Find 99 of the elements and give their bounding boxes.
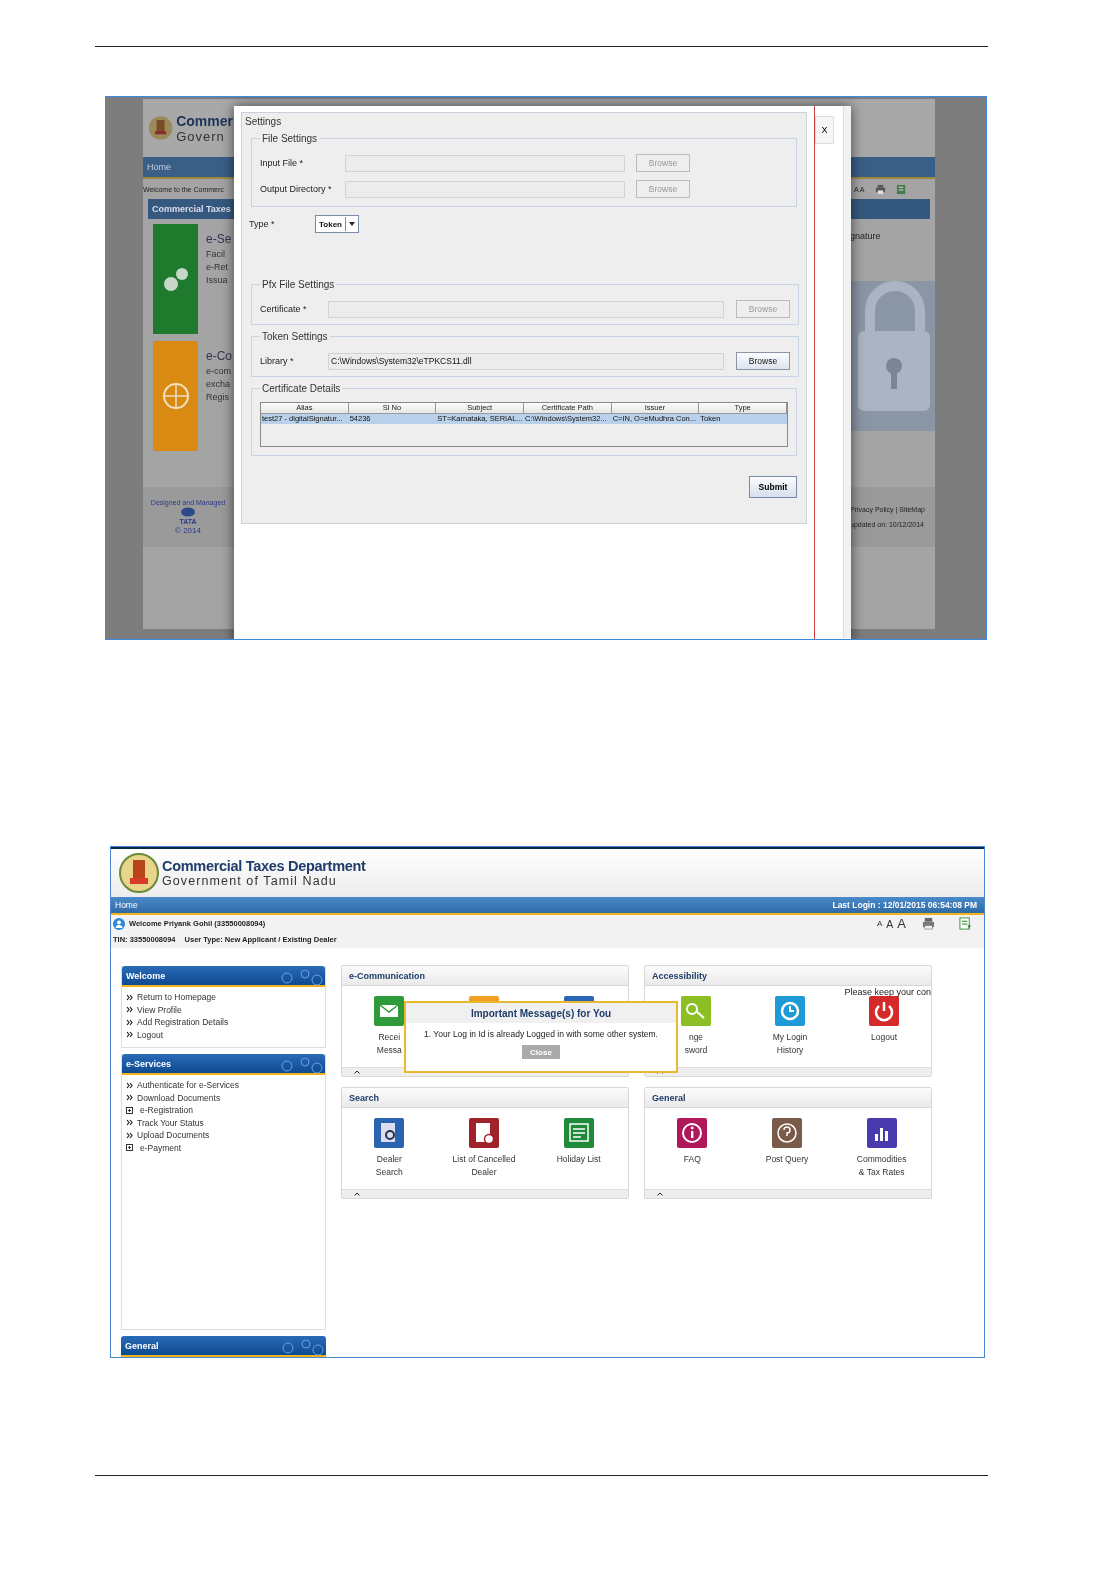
double-chevron-icon — [126, 1131, 133, 1139]
group-title: Pfx File Settings — [261, 279, 336, 290]
sidebar-link[interactable]: Authenticate for e-Services — [137, 1080, 240, 1091]
group-title: Certificate Details — [261, 383, 342, 394]
cancel-document-icon[interactable] — [469, 1118, 499, 1148]
power-icon[interactable] — [869, 996, 899, 1026]
home-link[interactable]: Home — [147, 162, 171, 172]
copyright-text: © 2014 — [175, 526, 201, 535]
shortcut-label[interactable]: Logout — [871, 1031, 897, 1044]
double-chevron-icon — [126, 1006, 133, 1014]
double-chevron-icon — [126, 993, 133, 1001]
dropdown-arrow-icon[interactable] — [344, 217, 358, 231]
sidebar-link[interactable]: Logout — [137, 1029, 163, 1040]
question-icon[interactable] — [772, 1118, 802, 1148]
expand-icon[interactable] — [126, 1144, 133, 1152]
field-label: Certificate * — [260, 304, 308, 314]
card-text: e-Ret — [206, 262, 229, 272]
input-field[interactable] — [345, 154, 625, 172]
group-title: File Settings — [261, 133, 319, 144]
sidebar-link[interactable]: e-Registration — [140, 1105, 193, 1116]
site-title: Commercial Taxes Department — [162, 858, 366, 874]
shortcut-label[interactable]: Commodities & Tax Rates — [856, 1153, 907, 1179]
panel-title: Settings — [245, 116, 283, 127]
envelope-icon[interactable] — [374, 996, 405, 1026]
user-icon — [113, 917, 125, 930]
input-field[interactable] — [345, 180, 625, 198]
panel-title: e-Communication — [349, 970, 425, 981]
home-link[interactable]: Home — [115, 900, 138, 910]
double-chevron-icon — [126, 1081, 133, 1089]
chart-icon[interactable] — [866, 1118, 897, 1148]
double-chevron-icon — [126, 1031, 133, 1039]
shortcut-label[interactable]: Holiday List — [556, 1153, 601, 1166]
field-label: Output Directory * — [260, 184, 333, 194]
sidebar-link[interactable]: Add Registration Details — [137, 1017, 229, 1028]
site-title: Commer — [176, 112, 233, 129]
sidebar-header[interactable]: e-Services — [122, 1054, 325, 1075]
sidebar-link[interactable]: Return to Homepage — [137, 992, 216, 1003]
notice-text: Please keep your con — [844, 987, 931, 997]
input-field[interactable]: C:\Windows\System32\eTPKCS11.dll — [328, 352, 724, 370]
tata-logo-icon — [180, 507, 196, 517]
sidebar-link[interactable]: e-Payment — [140, 1142, 182, 1153]
panel-title: Search — [349, 1092, 380, 1103]
double-chevron-icon — [126, 1018, 133, 1026]
field-label: Library * — [260, 356, 295, 366]
export-icon[interactable] — [959, 917, 972, 930]
message-text: 1. Your Log in Id is already Logged in with some other system. — [424, 1029, 658, 1039]
scrollbar[interactable] — [843, 106, 851, 638]
last-login-text: Last Login : 12/01/2015 06:54:08 PM — [832, 900, 977, 910]
field-label: Input File * — [260, 158, 305, 168]
shortcut-label[interactable]: List of Cancelled Dealer — [452, 1153, 516, 1179]
site-subtitle: Government of Tamil Nadu — [162, 874, 338, 888]
info-icon[interactable] — [677, 1118, 708, 1148]
sidebar-link[interactable]: Track Your Status — [137, 1117, 204, 1128]
card-text: Facil — [206, 249, 226, 259]
emblem-icon — [119, 853, 159, 893]
sidebar-link[interactable]: Upload Documents — [137, 1130, 210, 1141]
export-icon[interactable] — [895, 183, 907, 195]
shortcut-label[interactable]: Post Query — [765, 1153, 809, 1166]
dialog-title: Important Message(s) for You — [470, 1007, 612, 1019]
submit-button[interactable]: Submit — [749, 476, 797, 498]
sidebar-link[interactable]: Download Documents — [137, 1092, 221, 1103]
printer-icon[interactable] — [874, 183, 886, 195]
double-chevron-icon — [126, 1094, 133, 1102]
group-title: Token Settings — [261, 331, 329, 342]
font-size-button[interactable]: A — [876, 919, 883, 928]
shortcut-label[interactable]: FAQ — [683, 1153, 701, 1166]
font-size-button[interactable]: A — [897, 916, 906, 931]
type-dropdown[interactable]: Token — [315, 215, 359, 233]
sidebar-link[interactable]: View Profile — [137, 1004, 182, 1015]
input-field[interactable] — [328, 300, 724, 318]
list-icon[interactable] — [563, 1118, 594, 1148]
card-text: gnature — [850, 231, 882, 241]
card-title: e-Se — [206, 232, 232, 246]
close-button[interactable]: X — [815, 116, 834, 144]
globe-icon — [160, 381, 191, 411]
browse-button[interactable]: Browse — [736, 352, 790, 370]
shortcut-label[interactable]: nge sword — [684, 1031, 708, 1057]
card-text: Regis — [206, 392, 230, 402]
field-label: Type * — [249, 219, 276, 229]
card-text: excha — [206, 379, 232, 389]
shortcut-label[interactable]: Dealer Search — [375, 1153, 403, 1179]
sidebar-header[interactable]: Welcome — [122, 966, 325, 987]
padlock-icon — [850, 281, 935, 431]
panel-title: Accessibility — [652, 970, 708, 981]
printer-icon[interactable] — [922, 917, 935, 930]
panel-title: General — [652, 1092, 686, 1103]
panel-title: Commercial Taxes — [152, 204, 231, 214]
font-size-button[interactable]: A — [886, 917, 894, 930]
card-title: e-Co — [206, 349, 232, 363]
site-subtitle: Govern — [176, 128, 226, 144]
shortcut-label[interactable]: Recei Messa — [376, 1031, 402, 1057]
double-chevron-icon — [126, 1119, 133, 1127]
sidebar-header[interactable]: General — [121, 1336, 326, 1357]
expand-icon[interactable] — [126, 1106, 133, 1114]
shortcut-label[interactable]: My Login History — [772, 1031, 808, 1057]
card-text: Issua — [206, 275, 229, 285]
card-text: e-com — [206, 366, 232, 376]
history-icon[interactable] — [775, 996, 805, 1026]
search-document-icon[interactable] — [374, 1118, 405, 1148]
